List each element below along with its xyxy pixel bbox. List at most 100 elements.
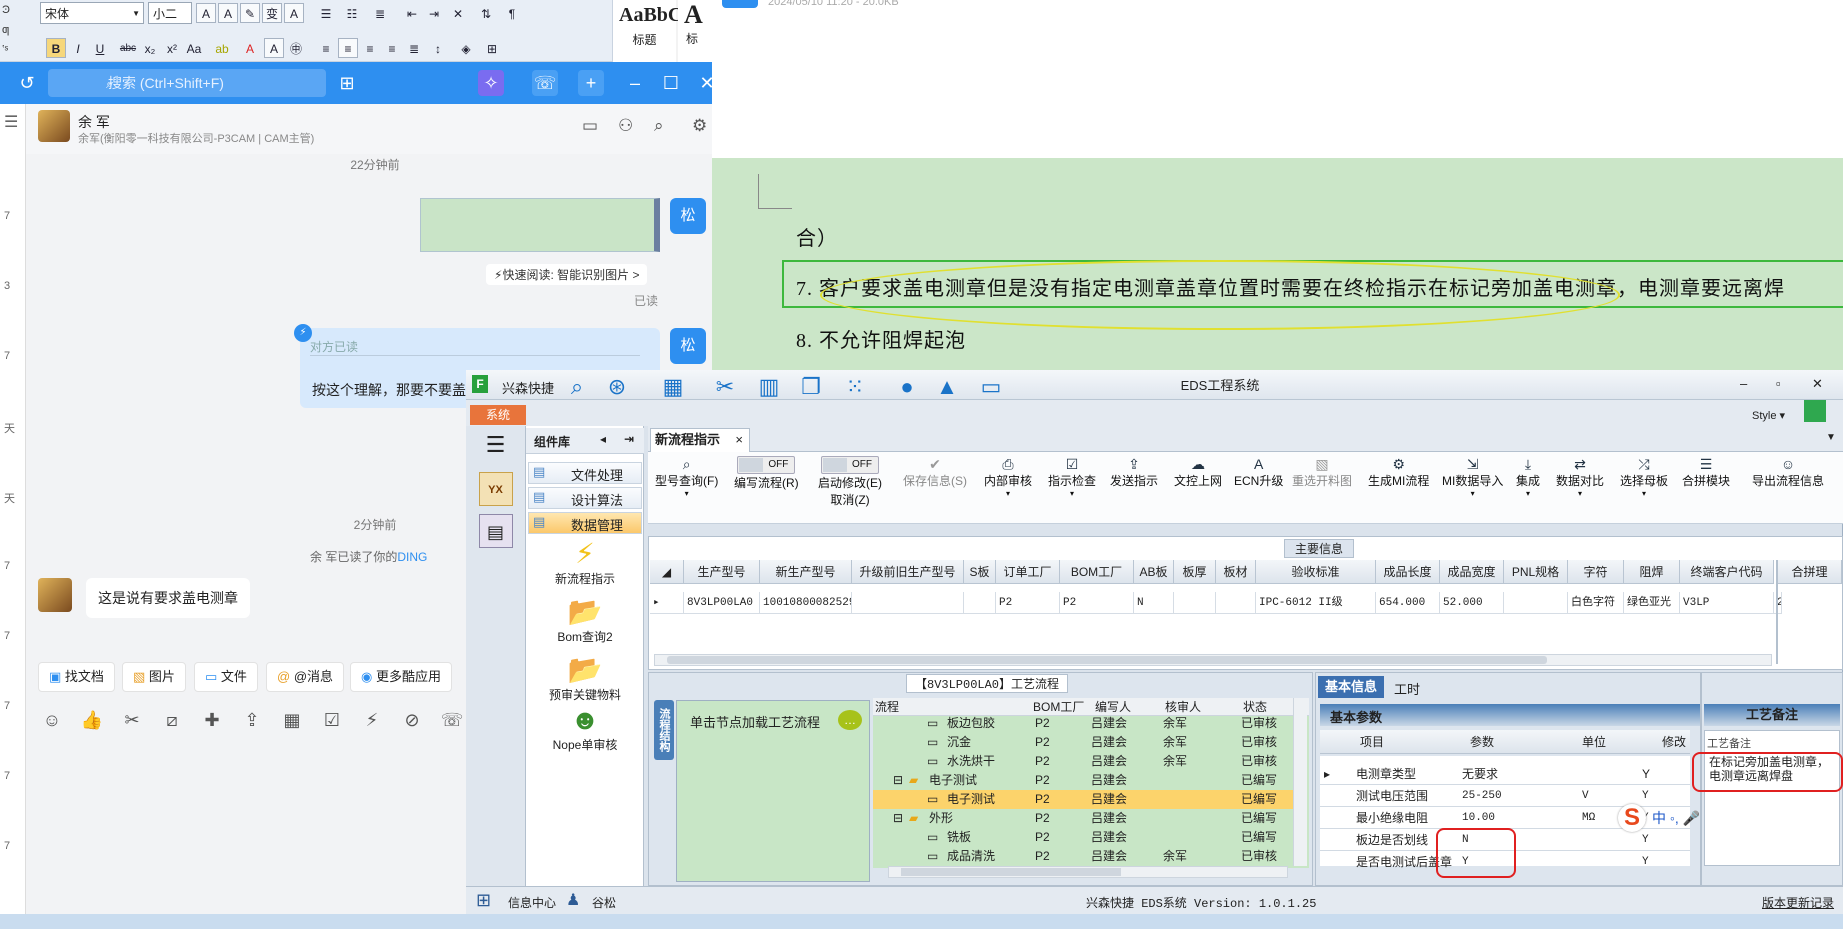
emoji-icon[interactable]: ☺ bbox=[40, 710, 64, 731]
nav-module-yx[interactable]: YX bbox=[478, 472, 513, 506]
system-tab[interactable]: 系统 bbox=[470, 405, 526, 425]
basic-header[interactable]: 单位 bbox=[1582, 730, 1606, 754]
strip-item[interactable]: 3 bbox=[0, 234, 25, 304]
grid-cell[interactable]: 绿色亚光 bbox=[1624, 592, 1680, 614]
export-process-button[interactable]: ☺ 导出流程信息 bbox=[1752, 456, 1824, 489]
chat-search-input[interactable]: 搜索 (Ctrl+Shift+F) bbox=[48, 69, 326, 97]
ime-mode[interactable]: 中 bbox=[1652, 810, 1666, 826]
close-icon[interactable]: ✕ bbox=[1812, 376, 1823, 392]
close-icon[interactable]: ✕ bbox=[694, 70, 720, 96]
highlight-icon[interactable]: ab bbox=[212, 38, 232, 58]
help-icon[interactable]: ⊛ bbox=[604, 374, 630, 400]
grid-header[interactable]: 合拼理 bbox=[1778, 560, 1842, 584]
grid-cell[interactable]: P2 bbox=[996, 592, 1060, 614]
process-row[interactable]: ▭ 板边包胶 P2 吕建会 余军 已审核 bbox=[873, 714, 1293, 733]
thumbs-up-icon[interactable]: 👍 bbox=[80, 710, 104, 731]
grid-header[interactable]: 板厚 bbox=[1174, 560, 1216, 584]
strip-item[interactable]: 7 bbox=[0, 514, 25, 584]
doc-control-button[interactable]: ☁ 文控上网 bbox=[1174, 456, 1222, 489]
file-button[interactable]: ▭ 文件 bbox=[194, 662, 258, 692]
new-process-indicator[interactable]: ⚡ 新流程指示 bbox=[528, 538, 642, 587]
my-avatar[interactable]: 松 bbox=[670, 198, 706, 234]
tab-basic-info[interactable]: 基本信息 bbox=[1318, 676, 1384, 698]
process-row[interactable]: ▭ 铣板 P2 吕建会 已编写 bbox=[873, 828, 1293, 847]
grid-header[interactable]: 订单工厂 bbox=[996, 560, 1060, 584]
align-left-icon[interactable]: ≡ bbox=[316, 38, 336, 58]
generate-mi-button[interactable]: ⚙ 生成MI流程 bbox=[1368, 456, 1429, 489]
grow-font-icon[interactable]: A bbox=[196, 3, 216, 23]
contact-avatar[interactable] bbox=[38, 578, 72, 612]
scroll-thumb[interactable] bbox=[667, 656, 1547, 664]
scissors-icon[interactable]: ✂ bbox=[712, 374, 738, 400]
basic-header[interactable]: 修改 bbox=[1662, 730, 1686, 754]
ribbon-paste[interactable]: ƣ bbox=[0, 20, 40, 40]
process-vscrollbar[interactable] bbox=[1293, 698, 1307, 866]
grid-cell[interactable] bbox=[1174, 592, 1216, 614]
strip-item[interactable]: 天 bbox=[0, 374, 25, 444]
contact-avatar[interactable] bbox=[38, 110, 70, 142]
font-name-select[interactable]: 宋体 ▼ bbox=[40, 2, 144, 24]
grid-header[interactable]: 成品宽度 bbox=[1440, 560, 1504, 584]
ecn-upgrade-button[interactable]: A ECN升级 bbox=[1234, 456, 1283, 489]
grid-cell[interactable]: 52.000 bbox=[1440, 592, 1504, 614]
show-marks-icon[interactable]: ¶ bbox=[502, 3, 522, 23]
increase-indent-icon[interactable]: ⇥ bbox=[424, 3, 444, 23]
bold-icon[interactable]: B bbox=[46, 38, 66, 58]
ribbon-format-painter[interactable]: ʽˢ bbox=[0, 40, 40, 60]
strip-item[interactable]: 7 bbox=[0, 584, 25, 654]
process-group-row[interactable]: ⊟ ▰ 外形 P2 吕建会 已编写 bbox=[873, 809, 1293, 828]
grid-cell[interactable]: IPC-6012 II级 bbox=[1256, 592, 1376, 614]
basic-row[interactable]: ▸ 电测章类型 无要求 Y bbox=[1320, 763, 1690, 785]
slash-command-icon[interactable]: ⧄ bbox=[160, 710, 184, 731]
maximize-icon[interactable]: ▫ bbox=[1776, 376, 1781, 391]
settings-icon[interactable]: ⚙ bbox=[692, 116, 707, 136]
task-icon[interactable]: ✚ bbox=[200, 710, 224, 731]
close-icon[interactable]: × bbox=[735, 429, 743, 451]
subscript-icon[interactable]: x₂ bbox=[140, 38, 160, 58]
save-info-button[interactable]: ✔ 保存信息(S) bbox=[903, 456, 967, 489]
process-hscrollbar[interactable] bbox=[888, 866, 1288, 878]
bom-query[interactable]: 📂 Bom查询2 bbox=[528, 596, 642, 645]
chinese-layout-icon[interactable]: ✕ bbox=[448, 3, 468, 23]
line-spacing-icon[interactable]: ↕ bbox=[428, 38, 448, 58]
tool-sublabel[interactable]: 取消(Z) bbox=[818, 491, 882, 508]
scroll-thumb[interactable] bbox=[901, 868, 1121, 876]
doc-paragraph-prev[interactable]: 合） bbox=[796, 222, 838, 251]
apps-grid-icon[interactable]: ⊞ bbox=[334, 70, 360, 96]
grid-cell[interactable]: V3LP bbox=[1680, 592, 1774, 614]
data-compare-button[interactable]: ⇄ 数据对比 ▾ bbox=[1556, 456, 1604, 498]
grid-header[interactable]: 字符 bbox=[1568, 560, 1624, 584]
grid-header[interactable]: 验收标准 bbox=[1256, 560, 1376, 584]
basic-header[interactable]: 项目 bbox=[1360, 730, 1384, 754]
align-right-icon[interactable]: ≡ bbox=[360, 38, 380, 58]
notes-body[interactable]: 工艺备注 在标记旁加盖电测章，电测章远离焊盘 bbox=[1704, 730, 1840, 866]
calendar-icon[interactable]: ▦ bbox=[280, 710, 304, 731]
todo-icon[interactable]: ☑ bbox=[320, 710, 344, 731]
collapse-icon[interactable]: ⊟ bbox=[893, 809, 903, 828]
grid-header[interactable]: 终端客户代码 bbox=[1680, 560, 1774, 584]
grid-icon[interactable]: ⁙ bbox=[842, 374, 868, 400]
grid-header[interactable]: AB板 bbox=[1134, 560, 1174, 584]
merge-module-button[interactable]: ☰ 合拼模块 bbox=[1682, 456, 1730, 489]
clear-format-icon[interactable]: ✎ bbox=[240, 3, 260, 23]
grid-header[interactable]: 阻焊 bbox=[1624, 560, 1680, 584]
grid-header[interactable]: 成品长度 bbox=[1376, 560, 1440, 584]
sort-icon[interactable]: ⇅ bbox=[476, 3, 496, 23]
bullet-list-icon[interactable]: ☰ bbox=[316, 3, 336, 23]
menu-icon[interactable]: ☰ bbox=[0, 104, 25, 164]
char-shading-icon[interactable]: A bbox=[264, 38, 284, 58]
find-doc-button[interactable]: ▣ 找文档 bbox=[38, 662, 115, 692]
align-center-icon[interactable]: ≡ bbox=[338, 38, 358, 58]
grid-header[interactable]: 板材 bbox=[1216, 560, 1256, 584]
windows-icon[interactable]: ⊞ bbox=[476, 890, 491, 911]
strip-item[interactable]: 天 bbox=[0, 444, 25, 514]
phone-icon[interactable]: ☏ bbox=[440, 710, 464, 731]
italic-icon[interactable]: I bbox=[68, 38, 88, 58]
scissors-icon[interactable]: ✂ bbox=[120, 710, 144, 731]
decrease-indent-icon[interactable]: ⇤ bbox=[402, 3, 422, 23]
strip-item[interactable]: 7 bbox=[0, 164, 25, 234]
number-list-icon[interactable]: ☷ bbox=[342, 3, 362, 23]
link-icon[interactable]: ⊘ bbox=[400, 710, 424, 731]
hamburger-icon[interactable]: ☰ bbox=[466, 432, 525, 458]
history-icon[interactable]: ↺ bbox=[14, 70, 40, 96]
